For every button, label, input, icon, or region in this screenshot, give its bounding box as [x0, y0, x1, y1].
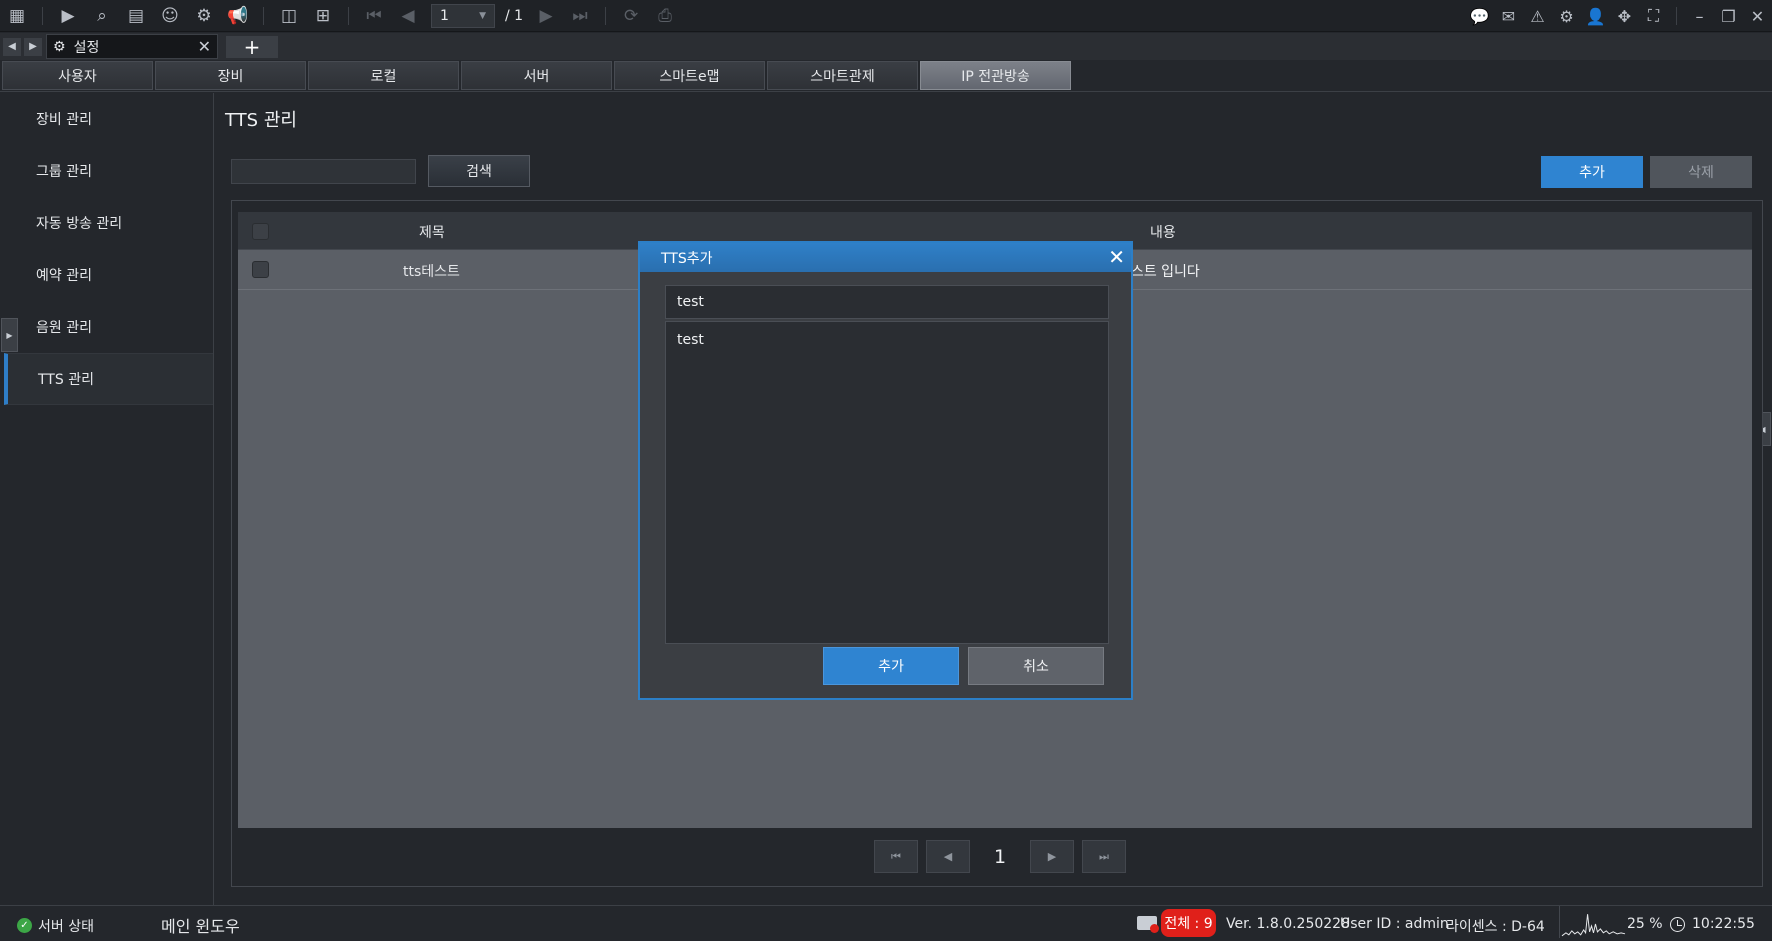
column-header-title[interactable]: 제목	[419, 222, 445, 242]
tab-devices[interactable]: 장비	[155, 61, 306, 90]
category-tabs: 사용자 장비 로컬 서버 스마트e맵 스마트관제 IP 전관방송	[0, 61, 1772, 92]
main-window-label: 메인 윈도우	[161, 917, 240, 936]
prev-page-icon[interactable]: ◀	[926, 840, 970, 873]
search-button[interactable]: 검색	[428, 155, 530, 187]
tab-server[interactable]: 서버	[461, 61, 612, 90]
chevron-down-icon: ▼	[479, 10, 486, 21]
row-checkbox[interactable]	[252, 261, 269, 278]
clock-icon	[1670, 917, 1685, 932]
restore-icon[interactable]: ❐	[1714, 0, 1743, 32]
search-input[interactable]	[231, 159, 416, 184]
version-text: Ver. 1.8.0.250228	[1226, 916, 1350, 932]
tab-close-icon[interactable]: ✕	[198, 37, 211, 56]
tab-smart-control[interactable]: 스마트관제	[767, 61, 918, 90]
add-button[interactable]: 추가	[1541, 156, 1643, 188]
row-title: tts테스트	[403, 264, 460, 280]
window-tab-row: ◀ ▶ ⚙ 설정 ✕ +	[0, 33, 1772, 60]
check-icon: ✓	[17, 918, 32, 933]
add-layout-icon[interactable]: ⊞	[306, 0, 340, 32]
server-status[interactable]: 서버 상태	[38, 916, 94, 936]
settings-icon[interactable]: ⚙	[1552, 0, 1581, 32]
page-current: 1	[440, 7, 449, 24]
page-total: / 1	[505, 7, 524, 24]
tab-settings[interactable]: ⚙ 설정 ✕	[46, 34, 218, 59]
face-search-icon[interactable]: ☺	[153, 0, 187, 32]
page-title: TTS 관리	[225, 110, 297, 131]
broadcast-icon[interactable]: 📢	[221, 0, 255, 32]
tab-users[interactable]: 사용자	[2, 61, 153, 90]
next-page-icon[interactable]: ▶	[1030, 840, 1074, 873]
tab-settings-label: 설정	[73, 39, 100, 56]
gear-icon: ⚙	[53, 38, 66, 55]
sidebar-item-auto-broadcast[interactable]: 자동 방송 관리	[0, 197, 213, 249]
sidebar-item-reservation[interactable]: 예약 관리	[0, 249, 213, 301]
tab-local[interactable]: 로컬	[308, 61, 459, 90]
cpu-usage: 25 %	[1627, 916, 1663, 932]
play-icon[interactable]: ▶	[51, 0, 85, 32]
tab-prev-icon[interactable]: ◀	[3, 37, 21, 56]
page-number[interactable]: 1	[978, 846, 1022, 868]
toolbar-right: 💬 ✉ ⚠ ⚙ 👤 ✥ ⛶ – ❐ ✕	[1465, 0, 1772, 32]
sidebar-item-group-management[interactable]: 그룹 관리	[0, 145, 213, 197]
tab-ip-broadcast[interactable]: IP 전관방송	[920, 61, 1071, 90]
snapshot-icon[interactable]: ⎙	[648, 0, 682, 32]
last-page-icon[interactable]: ⏭	[563, 0, 597, 32]
column-header-content[interactable]: 내용	[1150, 222, 1176, 242]
toolbar-divider	[42, 6, 43, 25]
status-bar: ✓ 서버 상태 메인 윈도우 전체 : 9 Ver. 1.8.0.250228 …	[0, 905, 1772, 941]
sidebar-item-device-management[interactable]: 장비 관리	[0, 93, 213, 145]
toolbar-divider	[348, 6, 349, 25]
sidebar-item-tts[interactable]: TTS 관리	[4, 353, 213, 405]
vehicle-search-icon[interactable]: ⚙	[187, 0, 221, 32]
total-count-badge[interactable]: 전체 : 9	[1161, 909, 1216, 937]
cpu-graph-line	[1561, 914, 1626, 937]
user-icon[interactable]: 👤	[1581, 0, 1610, 32]
first-page-icon[interactable]: ⏮	[874, 840, 918, 873]
next-page-icon[interactable]: ▶	[529, 0, 563, 32]
user-id-text: User ID : admin	[1340, 916, 1449, 932]
sidebar-item-sound-source[interactable]: 음원 관리	[0, 301, 213, 353]
dialog-header[interactable]: TTS추가 ✕	[640, 243, 1131, 272]
close-icon[interactable]: ✕	[1108, 245, 1125, 269]
main-toolbar: ▦ ▶ ⌕ ▤ ☺ ⚙ 📢 ◫ ⊞ ⏮ ◀ 1 ▼ / 1 ▶ ⏭ ⟳ ⎙ 💬 …	[0, 0, 1772, 32]
event-list-icon[interactable]: ▤	[119, 0, 153, 32]
minimize-icon[interactable]: –	[1685, 0, 1714, 32]
prev-page-icon[interactable]: ◀	[391, 0, 425, 32]
sidebar-toggle-icon[interactable]: ▶	[1, 318, 18, 352]
select-all-checkbox[interactable]	[252, 223, 269, 240]
chat-icon[interactable]: 💬	[1465, 0, 1494, 32]
tab-smart-emap[interactable]: 스마트e맵	[614, 61, 765, 90]
toolbar-divider	[1676, 7, 1677, 25]
grid-icon[interactable]: ▦	[0, 0, 34, 32]
dialog-add-button[interactable]: 추가	[823, 647, 959, 685]
move-icon[interactable]: ✥	[1610, 0, 1639, 32]
tts-title-field[interactable]: test	[665, 285, 1109, 319]
tab-next-icon[interactable]: ▶	[24, 37, 42, 56]
playback-search-icon[interactable]: ⌕	[85, 0, 119, 32]
cpu-graph	[1559, 906, 1626, 938]
clock-time: 10:22:55	[1692, 916, 1755, 932]
toolbar-divider	[263, 6, 264, 25]
pagination: ⏮ ◀ 1 ▶ ⏭	[874, 840, 1134, 873]
first-page-icon[interactable]: ⏮	[357, 0, 391, 32]
last-page-icon[interactable]: ⏭	[1082, 840, 1126, 873]
dialog-cancel-button[interactable]: 취소	[968, 647, 1104, 685]
page-selector[interactable]: 1 ▼	[431, 3, 495, 28]
close-icon[interactable]: ✕	[1743, 0, 1772, 32]
delete-button[interactable]: 삭제	[1650, 156, 1752, 188]
refresh-icon[interactable]: ⟳	[614, 0, 648, 32]
dialog-title: TTS추가	[661, 250, 713, 267]
alarm-icon[interactable]: ⚠	[1523, 0, 1552, 32]
tts-content-field[interactable]: test	[665, 321, 1109, 644]
message-icon[interactable]: ✉	[1494, 0, 1523, 32]
alert-dot-icon	[1150, 924, 1159, 933]
fullscreen-icon[interactable]: ⛶	[1639, 0, 1668, 32]
add-tab-button[interactable]: +	[226, 35, 278, 59]
layout-icon[interactable]: ◫	[272, 0, 306, 32]
license-text: 라이센스 : D-64	[1446, 919, 1545, 935]
toolbar-divider	[605, 6, 607, 25]
sidebar: 장비 관리 그룹 관리 자동 방송 관리 예약 관리 음원 관리 TTS 관리	[0, 93, 214, 905]
tts-add-dialog: TTS추가 ✕ test test 추가 취소	[638, 241, 1133, 700]
